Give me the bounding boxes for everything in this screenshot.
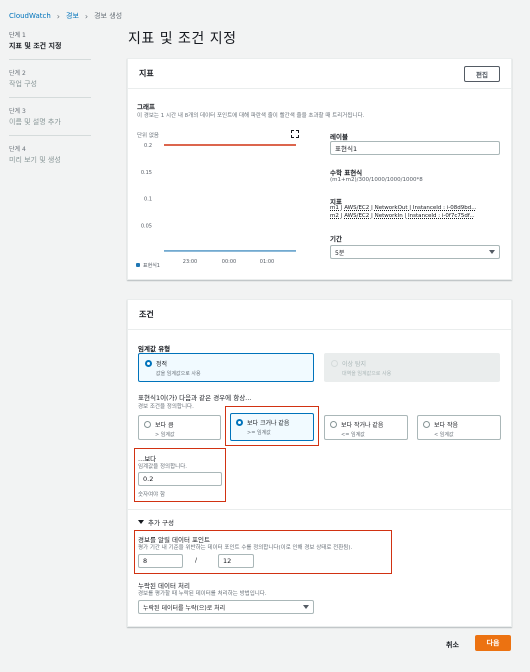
metric-chart: 0.2 0.15 0.1 0.05 23:00 00:00 01:00 표현식1 <box>136 143 296 269</box>
step-number: 단계 1 <box>9 32 26 39</box>
x-tick-label: 01:00 <box>260 259 274 265</box>
graph-description: 이 경보는 1 시간 내 8개의 데이터 포인트에 대해 파란색 줄이 빨간색 … <box>137 113 365 119</box>
caret-down-icon <box>489 250 495 254</box>
chevron-right-icon: › <box>56 11 60 21</box>
threshold-static-tile[interactable]: 정적 값을 임계값으로 사용 <box>138 353 314 382</box>
threshold-anomaly-tile[interactable]: 이상 탐지 대역을 임계값으로 사용 <box>324 353 500 382</box>
expand-icon[interactable] <box>291 130 299 138</box>
next-button[interactable]: 다음 <box>475 635 511 651</box>
datapoints-separator: / <box>195 557 198 564</box>
y-tick-label: 0.15 <box>141 170 152 176</box>
option-lower-equal[interactable]: 보다 작거나 같음 <= 임계값 <box>324 415 408 440</box>
math-title: 수학 표현식 <box>330 169 363 177</box>
option-desc: <= 임계값 <box>341 432 365 438</box>
period-value: 5분 <box>335 249 345 257</box>
metric-m1[interactable]: m1 | AWS/EC2 | NetworkOut | InstanceId :… <box>330 205 500 211</box>
option-desc: < 임계값 <box>434 432 454 438</box>
step-3: 단계 3 이름 및 설명 추가 <box>9 106 91 136</box>
step-1: 단계 1 지표 및 조건 지정 <box>9 30 91 60</box>
radio-icon[interactable] <box>144 421 151 428</box>
label-title: 레이블 <box>330 133 348 141</box>
step-2: 단계 2 작업 구성 <box>9 68 91 98</box>
metric-panel-header: 지표 편집 <box>128 59 511 89</box>
than-desc: 임계값을 정의합니다. <box>138 464 188 470</box>
than-hint: 숫자여야 함 <box>138 492 166 498</box>
legend-swatch <box>136 263 140 267</box>
wizard-steps: 단계 1 지표 및 조건 지정 단계 2 작업 구성 단계 3 이름 및 설명 … <box>9 30 91 181</box>
caret-down-icon <box>303 605 309 609</box>
period-title: 기간 <box>330 235 342 243</box>
option-greater[interactable]: 보다 큼 > 임계값 <box>138 415 221 440</box>
option-desc: > 임계값 <box>155 432 175 438</box>
option-greater-equal[interactable]: 보다 크거나 같음 >= 임계값 <box>230 413 314 441</box>
breadcrumb-alarms-link[interactable]: 경보 <box>66 11 79 21</box>
breadcrumb: CloudWatch › 경보 › 경보 생성 <box>9 11 122 21</box>
step-number: 단계 3 <box>9 108 26 115</box>
graph-title: 그래프 <box>137 103 155 111</box>
static-title: 정적 <box>156 361 168 368</box>
radio-icon[interactable] <box>330 421 337 428</box>
option-title: 보다 큼 <box>155 422 174 429</box>
radio-selected-icon[interactable] <box>236 419 243 426</box>
step-label: 미리 보기 및 생성 <box>9 156 61 164</box>
radio-selected-icon[interactable] <box>145 360 152 367</box>
x-tick-label: 00:00 <box>222 259 236 265</box>
y-tick-label: 0.1 <box>144 197 152 203</box>
y-tick-label: 0.05 <box>141 223 152 229</box>
conditions-header: 조건 <box>139 310 154 319</box>
step-number: 단계 2 <box>9 70 26 77</box>
caret-down-icon <box>138 520 144 524</box>
option-desc: >= 임계값 <box>247 430 271 436</box>
cancel-button[interactable]: 취소 <box>446 640 459 650</box>
missing-data-select[interactable]: 누락된 데이터를 누락(으)로 처리 <box>138 600 314 614</box>
metric-m2[interactable]: m2 | AWS/EC2 | NetworkIn | InstanceId : … <box>330 213 500 219</box>
anomaly-desc: 대역을 임계값으로 사용 <box>342 371 392 377</box>
page-title: 지표 및 조건 지정 <box>128 31 237 47</box>
radio-icon[interactable] <box>331 360 338 367</box>
unit-label: 단위 없음 <box>137 133 159 139</box>
divider <box>128 509 511 510</box>
missing-data-value: 누락된 데이터를 누락(으)로 처리 <box>143 604 226 612</box>
option-title: 보다 작거나 같음 <box>341 422 384 429</box>
whenever-label: 표현식1이(가) 다음과 같은 경우에 항상... <box>138 394 252 402</box>
step-number: 단계 4 <box>9 146 26 153</box>
metric-header: 지표 <box>139 69 154 78</box>
threshold-input[interactable]: 0.2 <box>138 472 222 486</box>
breadcrumb-cloudwatch-link[interactable]: CloudWatch <box>9 12 51 20</box>
x-tick-label: 23:00 <box>183 259 197 265</box>
step-label: 지표 및 조건 지정 <box>9 42 62 50</box>
conditions-panel-header: 조건 <box>128 300 511 330</box>
evaluation-periods-input[interactable]: 12 <box>218 554 254 568</box>
additional-config-toggle[interactable]: 추가 구성 <box>138 517 174 527</box>
threshold-type-label: 임계값 유형 <box>138 345 171 353</box>
option-lower[interactable]: 보다 작음 < 임계값 <box>417 415 501 440</box>
step-label: 작업 구성 <box>9 80 37 88</box>
datapoints-input[interactable]: 8 <box>138 554 183 568</box>
anomaly-title: 이상 탐지 <box>342 361 366 368</box>
edit-button[interactable]: 편집 <box>464 65 500 82</box>
missing-data-desc: 경보를 평가할 때 누락된 데이터를 처리하는 방법입니다. <box>138 591 267 597</box>
chevron-right-icon: › <box>84 11 89 21</box>
math-expression: (m1+m2)/300/1000/1000/1000*8 <box>330 177 423 183</box>
step-4: 단계 4 미리 보기 및 생성 <box>9 144 91 173</box>
static-desc: 값을 임계값으로 사용 <box>156 371 201 377</box>
label-input[interactable]: 표현식1 <box>330 141 500 155</box>
datapoints-desc: 평가 기간 내 기준을 위반하는 데이터 포인트 수를 정의합니다(이로 인해 … <box>138 545 353 551</box>
whenever-desc: 경보 조건을 정의합니다. <box>138 404 194 410</box>
y-tick-label: 0.2 <box>144 143 152 149</box>
radio-icon[interactable] <box>423 421 430 428</box>
option-title: 보다 크거나 같음 <box>247 420 290 427</box>
metric-panel: 지표 편집 그래프 이 경보는 1 시간 내 8개의 데이터 포인트에 대해 파… <box>127 58 512 280</box>
legend-label: 표현식1 <box>143 262 160 269</box>
step-label: 이름 및 설명 추가 <box>9 118 61 126</box>
option-title: 보다 작음 <box>434 422 458 429</box>
breadcrumb-current: 경보 생성 <box>94 12 123 20</box>
additional-config-label: 추가 구성 <box>148 519 174 527</box>
conditions-panel: 조건 임계값 유형 정적 값을 임계값으로 사용 이상 탐지 대역을 임계값으로… <box>127 299 512 627</box>
period-select[interactable]: 5분 <box>330 245 500 259</box>
